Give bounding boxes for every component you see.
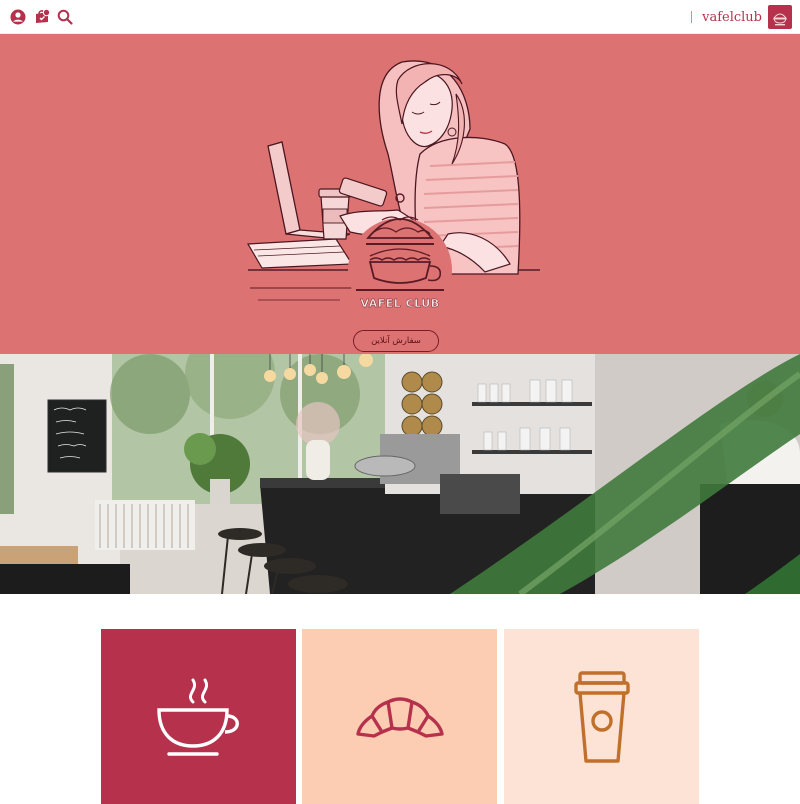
account-icon[interactable] — [9, 8, 27, 26]
coffee-cup-icon — [156, 678, 239, 756]
search-icon[interactable] — [56, 8, 74, 26]
category-card-hot-drinks[interactable] — [101, 629, 296, 804]
brand-logo-icon[interactable] — [768, 5, 792, 29]
hero-banner: VAFEL CLUB — [0, 34, 800, 354]
logo-text: VAFEL CLUB — [360, 297, 439, 310]
cart-icon[interactable] — [33, 8, 51, 26]
divider — [691, 11, 693, 23]
site-header: vafelclub — [0, 0, 800, 34]
cafe-interior-photo — [0, 354, 800, 594]
category-card-pastries[interactable] — [302, 629, 497, 804]
online-order-button[interactable]: سفارش آنلاین — [353, 330, 439, 352]
croissant-icon — [355, 696, 444, 738]
hero-illustration: VAFEL CLUB — [246, 60, 540, 322]
category-cards — [0, 594, 800, 804]
takeaway-cup-icon — [573, 670, 630, 763]
category-card-takeaway[interactable] — [504, 629, 699, 804]
brand-name[interactable]: vafelclub — [702, 10, 762, 25]
brand[interactable]: vafelclub — [691, 5, 792, 29]
